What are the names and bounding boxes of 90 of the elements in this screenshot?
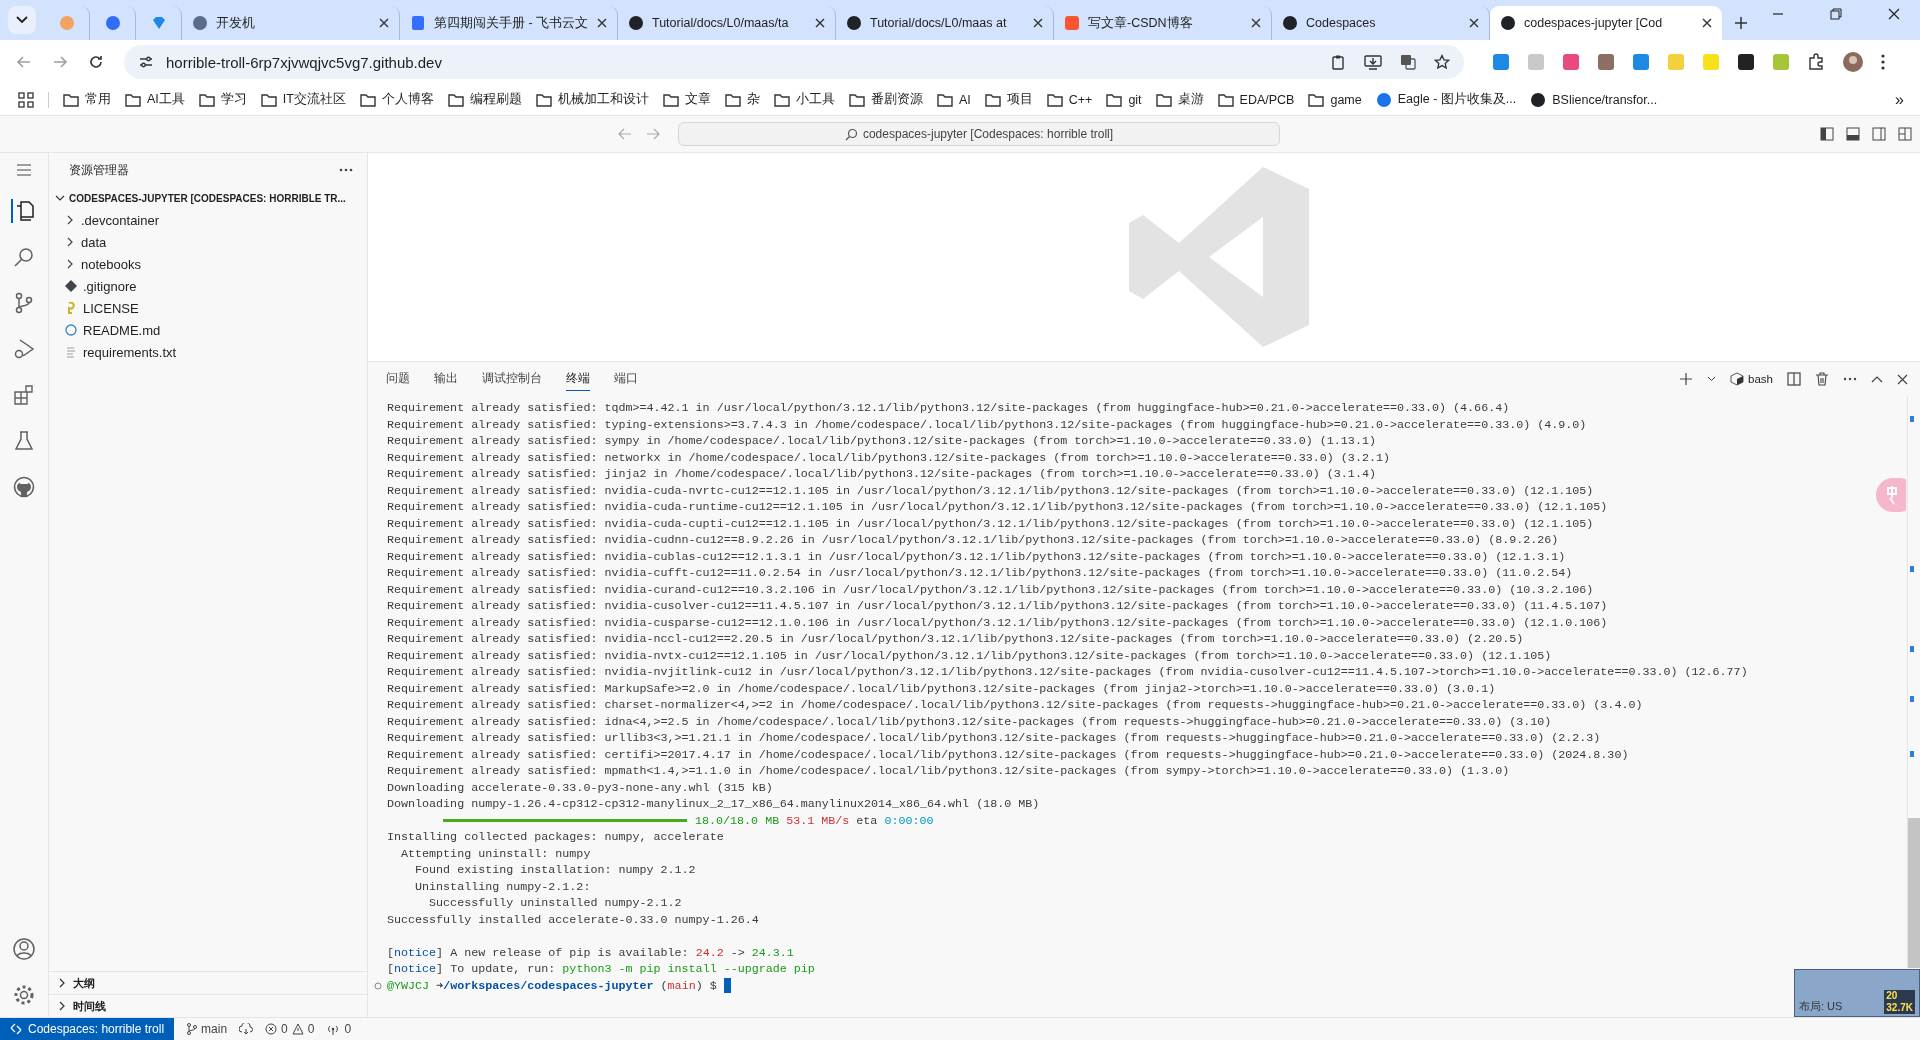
terminal-line: Requirement already satisfied: nvidia-nvjitlink-cu12 in /usr/local/python/3.12.1/lib/python3.12/site-packages (from nvidia-cusolver-cu12==11.4.5.107->torch>=1.10.0->accelerate==0.33.0) (12.6.77) bbox=[387, 664, 1749, 681]
terminal-line: Requirement already satisfied: sympy in /home/codespace/.local/lib/python3.12/site-packages (from torch>=1.10.0->accelerate==0.33.0) (1.13.1) bbox=[387, 433, 1377, 450]
ports-indicator[interactable]: 0 bbox=[326, 1022, 352, 1036]
terminal-line: Requirement already satisfied: nvidia-cufft-cu12==11.0.2.54 in /usr/local/python/3.12.1/lib/python3.12/site-packages (from torch>=1.10.0->accelerate==0.33.0) (11.0.2.54) bbox=[387, 565, 1574, 582]
terminal-line: Requirement already satisfied: certifi>=2017.4.17 in /home/codespace/.local/lib/python3.12/site-packages (from requests->huggingface-hub>=0.21.0->accelerate==0.33.0) (2024.8.30) bbox=[387, 746, 1630, 763]
terminal-line: Requirement already satisfied: tqdm>=4.42.1 in /usr/local/python/3.12.1/lib/python3.12/site-packages (from huggingface-hub>=0.21.0->accelerate==0.33.0) (4.66.4) bbox=[387, 400, 1511, 417]
bookmark[interactable]: C++ bbox=[1046, 92, 1093, 107]
terminal-line: Successfully uninstalled numpy-2.1.2 bbox=[428, 895, 683, 912]
bookmark[interactable]: Eagle - 图片收集及... bbox=[1375, 91, 1517, 108]
tab-title: 写文章-CSDN博客 bbox=[1088, 14, 1194, 32]
terminal-line: Downloading numpy-1.26.4-cp312-cp312-manylinux_2_17_x86_64.manylinux2014_x86_64.whl (18.0 MB) bbox=[387, 796, 1041, 813]
terminal-line: Requirement already satisfied: nvidia-cudnn-cu12==8.9.2.26 in /usr/local/python/3.12.1/lib/python3.12/site-packages (from torch>=1.10.0->accelerate==0.33.0) (8.9.2.26) bbox=[387, 532, 1560, 549]
tree-folder[interactable]: CODESPACES-JUPYTER [CODESPACES: HORRIBLE TR... bbox=[49, 187, 367, 209]
terminal-line: Requirement already satisfied: nvidia-nccl-cu12==2.20.5 in /usr/local/python/3.12.1/lib/python3.12/site-packages (from torch>=1.10.0->accelerate==0.33.0) (2.20.5) bbox=[387, 631, 1525, 648]
terminal-line: Requirement already satisfied: nvidia-cuda-cupti-cu12==12.1.105 in /usr/local/python/3.12.1/lib/python3.12/site-packages (from torch>=1.10.0->accelerate==0.33.0) (12.1.105) bbox=[387, 515, 1595, 532]
terminal-line: 18.0/18.0 MB 53.1 MB/s eta 0:00:00 bbox=[695, 812, 934, 829]
input-method-widget[interactable]: 布局: US 20 32.7K bbox=[1794, 969, 1920, 1017]
terminal-selector[interactable]: bash bbox=[1730, 372, 1773, 386]
bookmark[interactable]: 编程刷题 bbox=[447, 91, 522, 108]
tab-title: Tutorial/docs/L0/maas at bbox=[870, 16, 1008, 30]
tab-title: Codespaces bbox=[1306, 16, 1377, 30]
terminal-line: Requirement already satisfied: mpmath<1.4,>=1.1.0 in /home/codespace/.local/lib/python3.12/site-packages (from sympy->torch>=1.10.0->accelerate==0.33.0) (1.3.0) bbox=[387, 763, 1511, 780]
bookmark[interactable]: 个人博客 bbox=[359, 91, 434, 108]
remote-indicator[interactable]: Codespaces: horrible troll bbox=[0, 1018, 175, 1040]
terminal-line: Attempting uninstall: numpy bbox=[400, 845, 592, 862]
tree-item[interactable]: notebooks bbox=[49, 253, 367, 275]
panel-tab[interactable]: 端口 bbox=[614, 367, 638, 391]
terminal-line: Requirement already satisfied: nvidia-cusolver-cu12==11.4.5.107 in /usr/local/python/3.12.1/lib/python3.12/site-packages (from torch>=1.10.0->accelerate==0.33.0) (11.4.5.107) bbox=[387, 598, 1609, 615]
bookmark[interactable]: 机械加工和设计 bbox=[535, 91, 649, 108]
terminal-line: Successfully installed accelerate-0.33.0 numpy-1.26.4 bbox=[387, 911, 760, 928]
widget-value: 32.7K bbox=[1886, 1002, 1913, 1014]
panel-tab[interactable]: 调试控制台 bbox=[482, 367, 542, 391]
terminal-line: Requirement already satisfied: nvidia-curand-cu12==10.3.2.106 in /usr/local/python/3.12.1/lib/python3.12/site-packages (from torch>=1.10.0->accelerate==0.33.0) (10.3.2.106) bbox=[387, 581, 1595, 598]
panel-tab[interactable]: 问题 bbox=[386, 367, 410, 391]
terminal-line: Requirement already satisfied: networkx in /home/codespace/.local/lib/python3.12/site-packages (from torch>=1.10.0->accelerate==0.33.0) (3.2.1) bbox=[387, 449, 1391, 466]
terminal-line: Requirement already satisfied: jinja2 in /home/codespace/.local/lib/python3.12/site-packages (from torch>=1.10.0->accelerate==0.33.0) (3.1.4) bbox=[387, 466, 1377, 483]
layout-label: 布局: US bbox=[1799, 999, 1843, 1014]
terminal-line: Downloading accelerate-0.33.0-py3-none-any.whl (315 kB) bbox=[387, 779, 774, 796]
terminal-line: Found existing installation: numpy 2.1.2 bbox=[414, 862, 697, 879]
bookmark[interactable]: git bbox=[1106, 92, 1142, 107]
bookmark[interactable]: EDA/PCB bbox=[1217, 92, 1295, 107]
tab-title: 第四期闯关手册 - 飞书云文 bbox=[434, 14, 589, 32]
panel-tab[interactable]: 输出 bbox=[434, 367, 458, 391]
browser-tab[interactable]: codespaces-jupyter [Cod bbox=[1490, 6, 1722, 40]
terminal-line: Installing collected packages: numpy, accelerate bbox=[387, 829, 725, 846]
sidebar-title: 资源管理器 bbox=[69, 162, 129, 178]
panel-tab[interactable]: 终端 bbox=[566, 367, 590, 391]
terminal-line: Requirement already satisfied: nvidia-cublas-cu12==12.1.3.1 in /usr/local/python/3.12.1/lib/python3.12/site-packages (from torch>=1.10.0->accelerate==0.33.0) (12.1.3.1) bbox=[387, 548, 1567, 565]
terminal-line: Uninstalling numpy-2.1.2: bbox=[414, 878, 592, 895]
terminal-line: [notice] To update, run: python3 -m pip install --upgrade pip bbox=[387, 961, 816, 978]
bookmark[interactable]: 番剧资源 bbox=[848, 91, 923, 108]
tab-title: Tutorial/docs/L0/maas/ta bbox=[652, 16, 790, 30]
terminal-line: Requirement already satisfied: charset-normalizer<4,>=2 in /home/codespace/.local/lib/python3.12/site-packages (from requests->huggingface-hub>=0.21.0->accelerate==0.33.0) (3.4.0) bbox=[387, 697, 1644, 714]
tree-item[interactable]: .devcontainer bbox=[49, 209, 367, 231]
terminal-line: Requirement already satisfied: nvidia-cuda-nvrtc-cu12==12.1.105 in /usr/local/python/3.12.1/lib/python3.12/site-packages (from torch>=1.10.0->accelerate==0.33.0) (12.1.105) bbox=[387, 482, 1595, 499]
tree-item[interactable]: LICENSE bbox=[49, 297, 367, 319]
bookmark[interactable]: 项目 bbox=[984, 91, 1033, 108]
bookmark[interactable]: game bbox=[1308, 92, 1362, 107]
bookmark[interactable]: 学习 bbox=[198, 91, 247, 108]
terminal-line: Requirement already satisfied: urllib3<3,>=1.21.1 in /home/codespace/.local/lib/python3.12/site-packages (from requests->huggingface-hub>=0.21.0->accelerate==0.33.0) (2.2.3) bbox=[387, 730, 1602, 747]
tab-title: codespaces-jupyter [Cod bbox=[1524, 16, 1664, 30]
bookmark[interactable]: AI bbox=[936, 92, 971, 107]
section-header[interactable]: 大纲 bbox=[49, 971, 367, 994]
tree-item[interactable]: data bbox=[49, 231, 367, 253]
address-bar[interactable]: horrible-troll-6rp7xjvwqjvc5vg7.github.dev bbox=[124, 45, 1464, 79]
more-bookmarks-button[interactable]: » bbox=[1895, 90, 1904, 109]
terminal-line: Requirement already satisfied: nvidia-cusparse-cu12==12.1.0.106 in /usr/local/python/3.12.1/lib/python3.12/site-packages (from torch>=1.10.0->accelerate==0.33.0) (12.1.0.106) bbox=[387, 614, 1609, 631]
tab-title: 开发机 bbox=[216, 14, 256, 32]
bookmark[interactable]: 小工具 bbox=[773, 91, 835, 108]
bookmark[interactable]: AI工具 bbox=[125, 91, 185, 108]
bookmark[interactable]: BSlience/transfor... bbox=[1530, 91, 1658, 108]
command-center[interactable]: codespaces-jupyter [Codespaces: horrible troll] bbox=[678, 122, 1280, 146]
terminal-line: Requirement already satisfied: nvidia-cuda-runtime-cu12==12.1.105 in /usr/local/python/3.12.1/lib/python3.12/site-packages (from torch>=1.10.0->accelerate==0.33.0) (12.1.105) bbox=[387, 499, 1609, 516]
terminal-line: Requirement already satisfied: MarkupSafe>=2.0 in /home/codespace/.local/lib/python3.12/site-packages (from jinja2->torch>=1.10.0->accelerate==0.33.0) (3.0.1) bbox=[387, 680, 1497, 697]
bookmark[interactable]: 常用 bbox=[63, 91, 111, 108]
bookmark[interactable]: IT交流社区 bbox=[260, 91, 346, 108]
bookmark[interactable]: 杂 bbox=[724, 91, 760, 108]
tree-item[interactable]: README.md bbox=[49, 319, 367, 341]
terminal-line: Requirement already satisfied: typing-extensions>=3.7.4.3 in /home/codespace/.local/lib/python3.12/site-packages (from huggingface-hub>=0.21.0->accelerate==0.33.0) (4.9.0) bbox=[387, 416, 1588, 433]
terminal-line: [notice] A new release of pip is available: 24.2 -> 24.3.1 bbox=[387, 944, 795, 961]
tree-item[interactable]: .gitignore bbox=[49, 275, 367, 297]
problems-indicator[interactable]: 0 0 bbox=[265, 1022, 315, 1036]
bookmark[interactable]: 桌游 bbox=[1155, 91, 1204, 108]
widget-value: 20 bbox=[1886, 990, 1899, 1002]
terminal-prompt: @YWJCJ ➜/workspaces/codespaces-jupyter (main) $ bbox=[387, 977, 718, 994]
bookmark[interactable]: 文章 bbox=[662, 91, 711, 108]
branch-indicator[interactable]: main bbox=[186, 1022, 228, 1036]
tree-item[interactable]: requirements.txt bbox=[49, 341, 367, 363]
terminal-line: Requirement already satisfied: nvidia-nvtx-cu12==12.1.105 in /usr/local/python/3.12.1/lib/python3.12/site-packages (from torch>=1.10.0->accelerate==0.33.0) (12.1.105) bbox=[387, 647, 1553, 664]
terminal-line: Requirement already satisfied: idna<4,>=2.5 in /home/codespace/.local/lib/python3.12/site-packages (from requests->huggingface-hub>=0.21.0->accelerate==0.33.0) (3.10) bbox=[387, 713, 1553, 730]
